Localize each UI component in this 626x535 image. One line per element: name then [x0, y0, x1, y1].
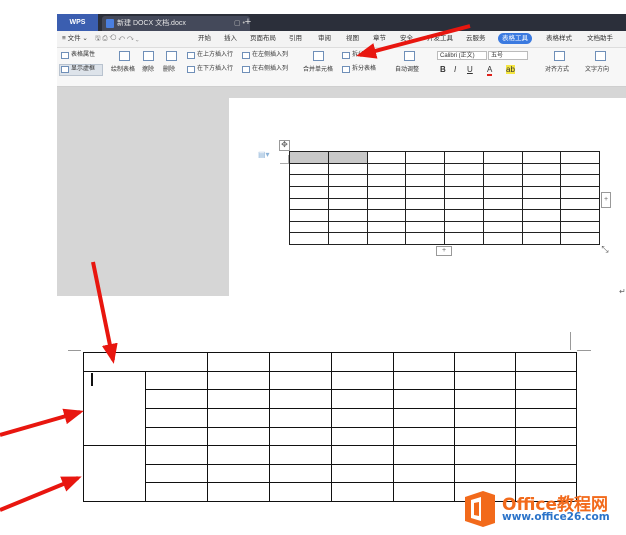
arrow-to-merge-cells	[356, 24, 471, 59]
arrow-to-second-merged-cell	[0, 476, 82, 512]
logo-url: www.office26.com	[502, 511, 610, 523]
arrow-to-top-row	[91, 261, 118, 364]
office-logo-icon	[465, 491, 495, 527]
arrow-to-first-merged-cell	[0, 408, 84, 437]
annotation-arrows	[0, 24, 471, 512]
